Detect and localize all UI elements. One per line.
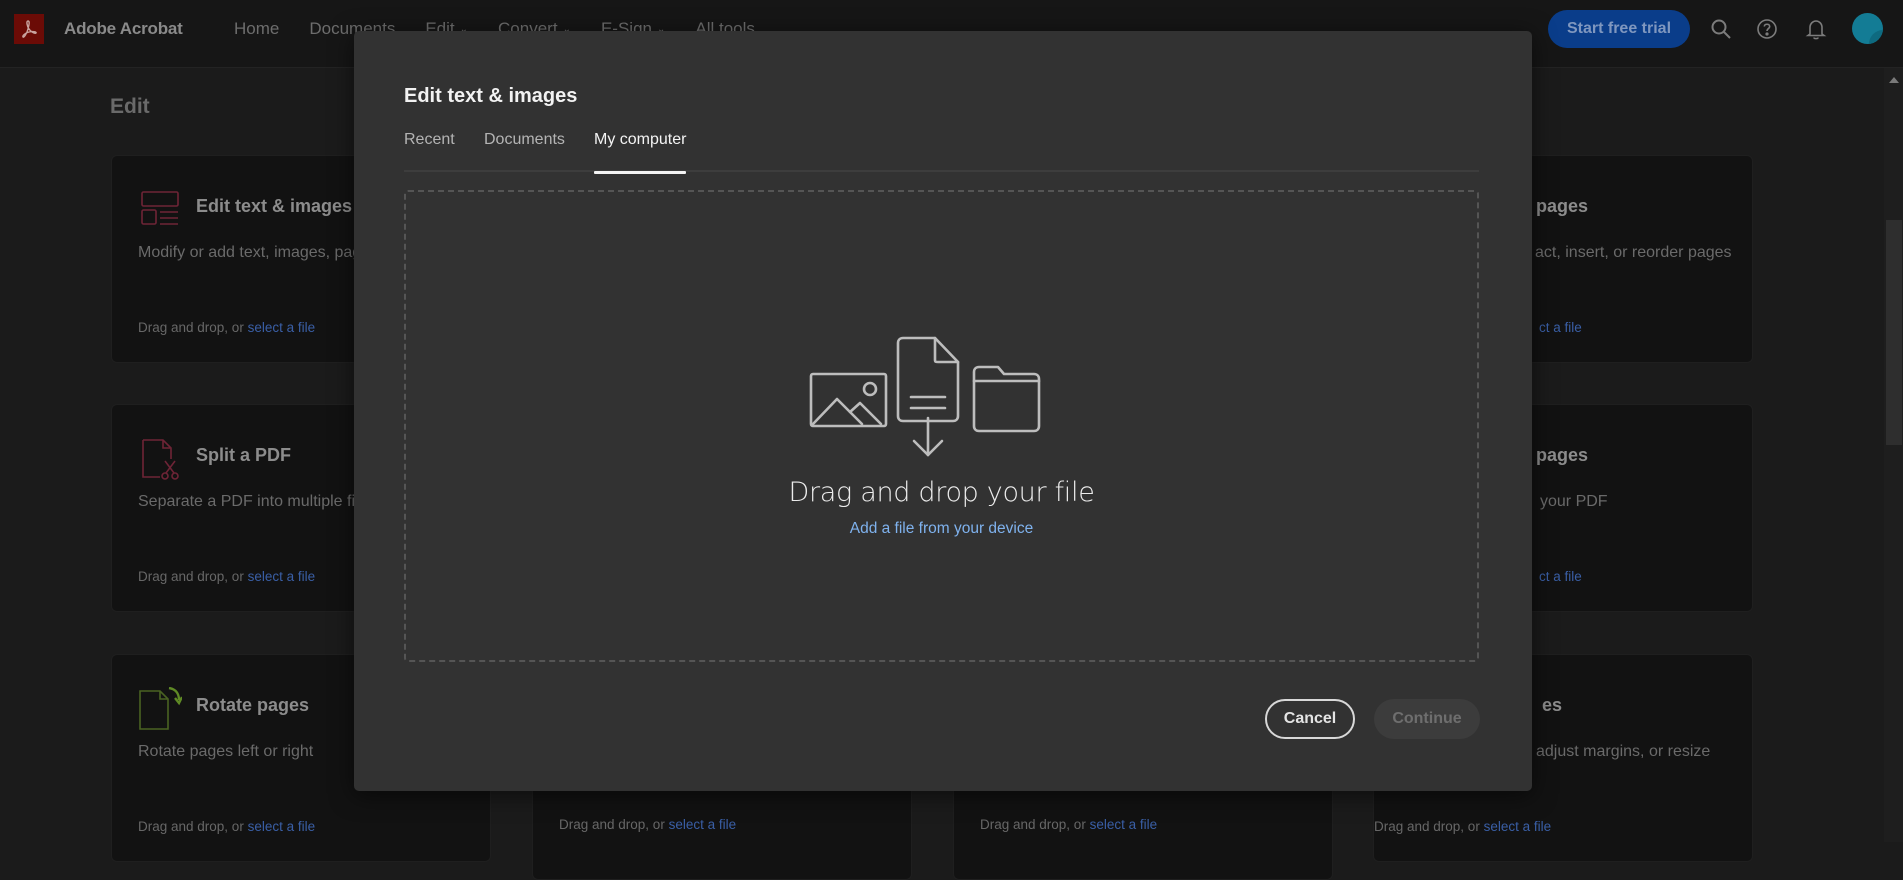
drop-hint-text: Drag and drop, or [559,817,669,832]
select-file-link[interactable]: select a file [669,817,737,832]
start-free-trial-button[interactable]: Start free trial [1548,10,1690,48]
select-file-link[interactable]: ct a file [1539,320,1582,335]
card-drop-hint: ct a file [1539,320,1582,335]
card-drop-hint: Drag and drop, or select a file [980,817,1157,832]
card-description: adjust margins, or resize [1536,743,1711,760]
card-drop-hint: Drag and drop, or select a file [138,569,315,584]
scroll-up-arrow-icon[interactable] [1889,77,1899,83]
avatar[interactable] [1852,13,1883,44]
card-description: your PDF [1540,493,1608,510]
card-title: pages [1536,196,1589,216]
tab-my-computer[interactable]: My computer [594,128,687,174]
card-drop-hint: Drag and drop, or select a file [559,817,736,832]
card-title: Split a PDF [196,445,292,465]
card-drop-hint: ct a file [1539,569,1582,584]
nav-home[interactable]: Home [234,19,279,39]
drop-hint-text: Drag and drop, or [980,817,1090,832]
file-picker-dialog: Edit text & images Recent Documents My c… [354,31,1532,791]
scrollbar-track[interactable] [1884,68,1903,842]
folder-icon [972,365,1041,433]
acrobat-logo-icon[interactable] [14,14,44,44]
scrollbar-thumb[interactable] [1886,220,1902,445]
card-title: es [1542,695,1563,715]
select-file-link[interactable]: ct a file [1539,569,1582,584]
drop-hint-text: Drag and drop, or [138,569,248,584]
split-pdf-icon [138,437,182,481]
bell-icon[interactable] [1801,14,1831,44]
card-title: Edit text & images [196,196,353,216]
search-icon[interactable] [1706,14,1736,44]
card-description: Rotate pages left or right [138,743,314,760]
tab-documents[interactable]: Documents [484,128,565,172]
tool-card[interactable]: Drag and drop, or select a file [532,780,912,880]
card-title: Rotate pages [196,695,310,715]
drop-hint-text: Drag and drop, or [138,819,248,834]
select-file-link[interactable]: select a file [248,320,316,335]
select-file-link[interactable]: select a file [1484,819,1552,834]
dialog-title: Edit text & images [404,85,578,107]
file-dropzone[interactable]: Drag and drop your file Add a file from … [404,190,1479,662]
card-title: pages [1536,445,1589,465]
card-drop-hint: Drag and drop, or select a file [138,819,315,834]
upload-illustration [808,332,1068,457]
brand-name[interactable]: Adobe Acrobat [64,19,183,39]
select-file-link[interactable]: select a file [1090,817,1158,832]
tool-card[interactable]: Drag and drop, or select a file [953,780,1333,880]
select-file-link[interactable]: select a file [248,819,316,834]
select-file-link[interactable]: select a file [248,569,316,584]
cancel-button[interactable]: Cancel [1265,699,1355,739]
document-download-icon [896,336,960,457]
card-drop-hint: Drag and drop, or select a file [138,320,315,335]
rotate-pages-icon [138,686,184,731]
drop-hint-text: Drag and drop, or [138,320,248,335]
tab-recent[interactable]: Recent [404,128,455,172]
continue-button[interactable]: Continue [1374,699,1480,739]
add-file-from-device-link[interactable]: Add a file from your device [406,520,1477,538]
drop-hint-text: Drag and drop, or [1374,819,1484,834]
nav-home-label: Home [234,19,280,38]
card-description: act, insert, or reorder pages [1535,244,1732,261]
section-title: Edit [110,95,150,118]
edit-text-images-icon [138,188,182,232]
card-description: Separate a PDF into multiple files [138,493,376,510]
card-drop-hint: Drag and drop, or select a file [1374,819,1551,834]
help-icon[interactable] [1752,14,1782,44]
image-file-icon [809,372,888,428]
dropzone-title: Drag and drop your file [788,477,1095,508]
source-tabs: Recent Documents My computer [404,128,1479,174]
